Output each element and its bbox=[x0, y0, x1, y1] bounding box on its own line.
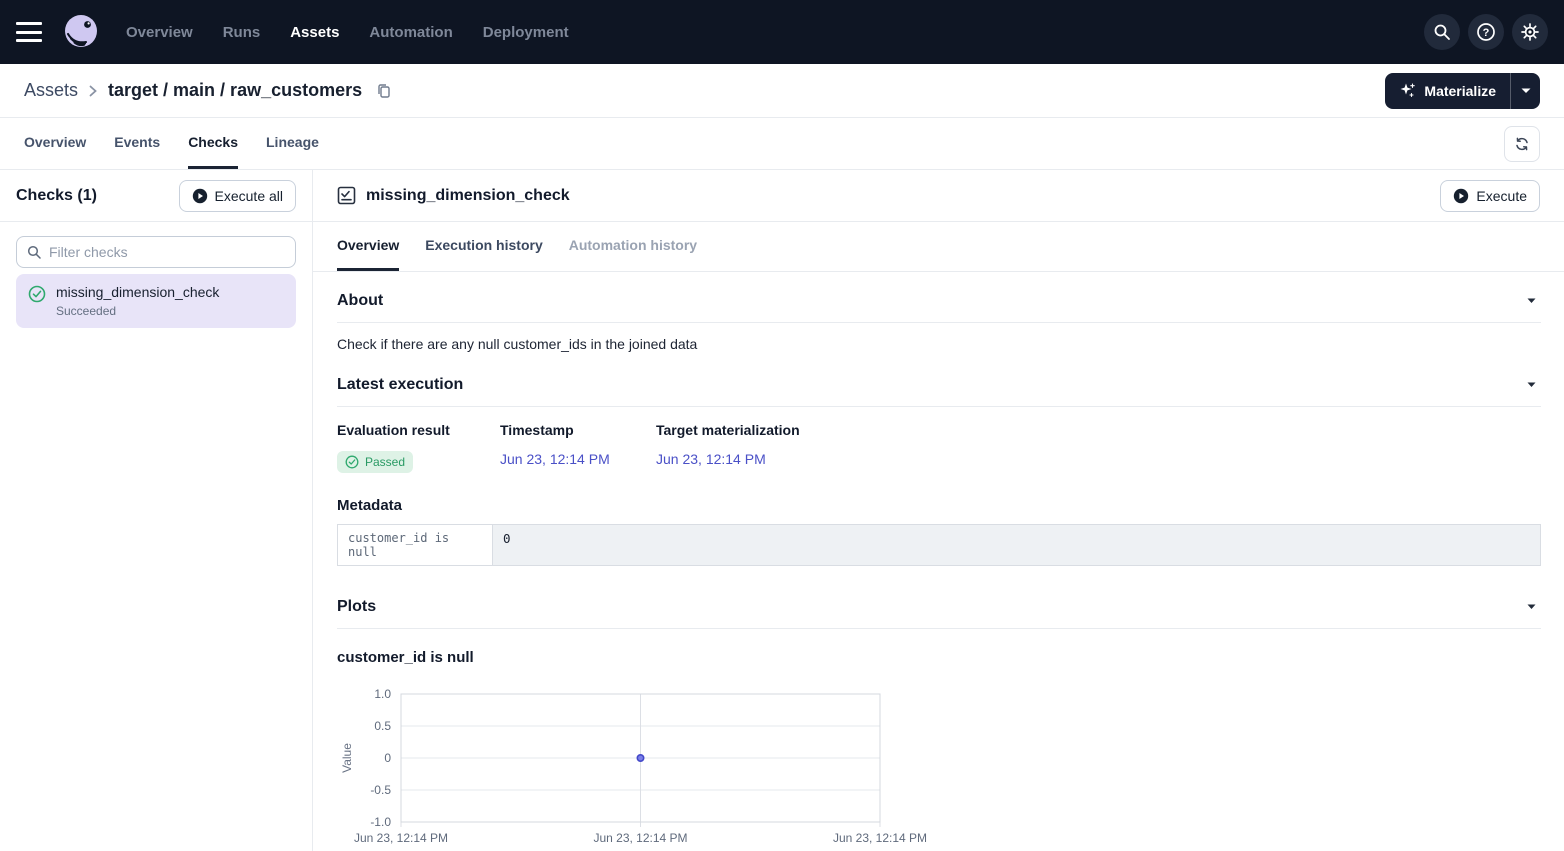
latest-execution-collapse-button[interactable] bbox=[1523, 378, 1540, 392]
asset-key-path: target / main / raw_customers bbox=[108, 80, 362, 101]
svg-text:?: ? bbox=[1483, 27, 1490, 39]
latest-execution-heading: Latest execution bbox=[337, 376, 463, 394]
filter-checks-input[interactable] bbox=[49, 244, 285, 260]
svg-text:Jun 23, 12:14 PM: Jun 23, 12:14 PM bbox=[593, 831, 687, 845]
execute-all-label: Execute all bbox=[215, 188, 283, 204]
dagster-logo[interactable] bbox=[60, 11, 102, 53]
refresh-icon bbox=[1514, 136, 1530, 152]
copy-button[interactable] bbox=[376, 83, 392, 99]
refresh-button[interactable] bbox=[1504, 126, 1540, 162]
breadcrumb-assets-link[interactable]: Assets bbox=[24, 80, 78, 101]
value-plot: 1.0 0.5 0 -0.5 -1.0 Jun 23, 12:14 PM Jun 23, 1… bbox=[337, 686, 957, 851]
search-icon bbox=[1433, 23, 1451, 41]
materialize-button[interactable]: Materialize bbox=[1385, 73, 1510, 109]
materialize-label: Materialize bbox=[1424, 83, 1496, 99]
status-badge: Passed bbox=[337, 451, 413, 473]
checks-sidebar: Checks (1) Execute all missing_d bbox=[0, 170, 313, 851]
breadcrumb: Assets target / main / raw_customers bbox=[24, 80, 392, 101]
execute-all-button[interactable]: Execute all bbox=[179, 180, 296, 212]
metadata-key: customer_id is null bbox=[338, 525, 493, 565]
metadata-heading: Metadata bbox=[313, 473, 1564, 524]
latest-execution-table: Evaluation result Passed Timestamp Jun 2… bbox=[313, 407, 1564, 473]
check-item-status: Succeeded bbox=[56, 304, 219, 318]
tab-check-overview[interactable]: Overview bbox=[337, 222, 399, 271]
checks-page: Checks (1) Execute all missing_d bbox=[0, 170, 1564, 851]
svg-text:Jun 23, 12:14 PM: Jun 23, 12:14 PM bbox=[833, 831, 927, 845]
execute-button[interactable]: Execute bbox=[1440, 180, 1540, 212]
caret-down-icon bbox=[1527, 382, 1536, 388]
plots-section-header: Plots bbox=[313, 566, 1564, 628]
col-target-materialization: Target materialization bbox=[656, 422, 800, 438]
materialize-split-button: Materialize bbox=[1385, 73, 1540, 109]
check-item-name: missing_dimension_check bbox=[56, 284, 219, 300]
col-timestamp: Timestamp bbox=[500, 422, 656, 438]
chevron-down-icon bbox=[1521, 88, 1531, 94]
about-collapse-button[interactable] bbox=[1523, 294, 1540, 308]
filter-checks-box bbox=[16, 236, 296, 268]
caret-down-icon bbox=[1527, 298, 1536, 304]
help-button[interactable]: ? bbox=[1468, 14, 1504, 50]
play-icon bbox=[192, 188, 208, 204]
check-detail-panel: missing_dimension_check Execute Overview… bbox=[313, 170, 1564, 851]
tab-execution-history[interactable]: Execution history bbox=[425, 222, 542, 271]
metadata-table: customer_id is null 0 bbox=[337, 524, 1541, 566]
nav-actions: ? bbox=[1424, 14, 1548, 50]
plots-collapse-button[interactable] bbox=[1523, 600, 1540, 614]
checks-panel-title: Checks (1) bbox=[16, 187, 97, 205]
about-heading: About bbox=[337, 292, 383, 310]
plots-heading: Plots bbox=[337, 598, 376, 616]
dagster-octopus-icon bbox=[61, 12, 101, 52]
top-nav: Overview Runs Assets Automation Deployme… bbox=[0, 0, 1564, 64]
play-icon bbox=[1453, 188, 1469, 204]
copy-icon bbox=[376, 83, 392, 99]
svg-text:0: 0 bbox=[384, 751, 391, 765]
primary-nav: Overview Runs Assets Automation Deployme… bbox=[126, 24, 569, 41]
evaluation-result-value: Passed bbox=[365, 455, 405, 469]
plot-title: customer_id is null bbox=[313, 629, 1564, 666]
metadata-value: 0 bbox=[493, 525, 1540, 565]
check-circle-icon bbox=[345, 455, 359, 469]
tab-overview[interactable]: Overview bbox=[24, 118, 86, 169]
tab-lineage[interactable]: Lineage bbox=[266, 118, 319, 169]
tab-automation-history[interactable]: Automation history bbox=[569, 222, 697, 271]
check-circle-icon bbox=[28, 285, 46, 303]
check-title: missing_dimension_check bbox=[366, 187, 570, 205]
about-section-header: About bbox=[313, 272, 1564, 322]
nav-item-automation[interactable]: Automation bbox=[369, 24, 452, 41]
nav-item-assets[interactable]: Assets bbox=[290, 24, 339, 41]
search-button[interactable] bbox=[1424, 14, 1460, 50]
breadcrumb-bar: Assets target / main / raw_customers Mat… bbox=[0, 64, 1564, 118]
caret-down-icon bbox=[1527, 604, 1536, 610]
svg-text:Value: Value bbox=[340, 743, 354, 773]
asset-check-icon bbox=[337, 186, 356, 205]
svg-text:-0.5: -0.5 bbox=[370, 783, 391, 797]
check-detail-tabs: Overview Execution history Automation hi… bbox=[313, 222, 1564, 272]
gear-icon bbox=[1520, 22, 1540, 42]
check-description: Check if there are any null customer_ids… bbox=[313, 323, 1564, 354]
svg-text:1.0: 1.0 bbox=[374, 687, 391, 701]
timestamp-link[interactable]: Jun 23, 12:14 PM bbox=[500, 451, 656, 467]
target-materialization-link[interactable]: Jun 23, 12:14 PM bbox=[656, 451, 800, 467]
svg-text:Jun 23, 12:14 PM: Jun 23, 12:14 PM bbox=[354, 831, 448, 845]
svg-text:-1.0: -1.0 bbox=[370, 815, 391, 829]
nav-item-deployment[interactable]: Deployment bbox=[483, 24, 569, 41]
help-icon: ? bbox=[1476, 22, 1496, 42]
settings-button[interactable] bbox=[1512, 14, 1548, 50]
chevron-right-icon bbox=[88, 84, 98, 98]
value-plot-container: 1.0 0.5 0 -0.5 -1.0 Jun 23, 12:14 PM Jun 23, 1… bbox=[313, 666, 1564, 851]
tab-checks[interactable]: Checks bbox=[188, 118, 238, 169]
nav-item-overview[interactable]: Overview bbox=[126, 24, 193, 41]
hamburger-menu-icon[interactable] bbox=[16, 22, 42, 42]
nav-item-runs[interactable]: Runs bbox=[223, 24, 261, 41]
materialize-dropdown-button[interactable] bbox=[1510, 73, 1540, 109]
asset-tabs: Overview Events Checks Lineage bbox=[0, 118, 1564, 170]
search-icon bbox=[27, 245, 41, 259]
execute-label: Execute bbox=[1476, 188, 1527, 204]
check-list-item[interactable]: missing_dimension_check Succeeded bbox=[16, 274, 296, 328]
latest-execution-section-header: Latest execution bbox=[313, 354, 1564, 406]
sparkle-icon bbox=[1399, 82, 1416, 99]
tab-events[interactable]: Events bbox=[114, 118, 160, 169]
col-evaluation-result: Evaluation result bbox=[337, 422, 500, 438]
svg-text:0.5: 0.5 bbox=[374, 719, 391, 733]
